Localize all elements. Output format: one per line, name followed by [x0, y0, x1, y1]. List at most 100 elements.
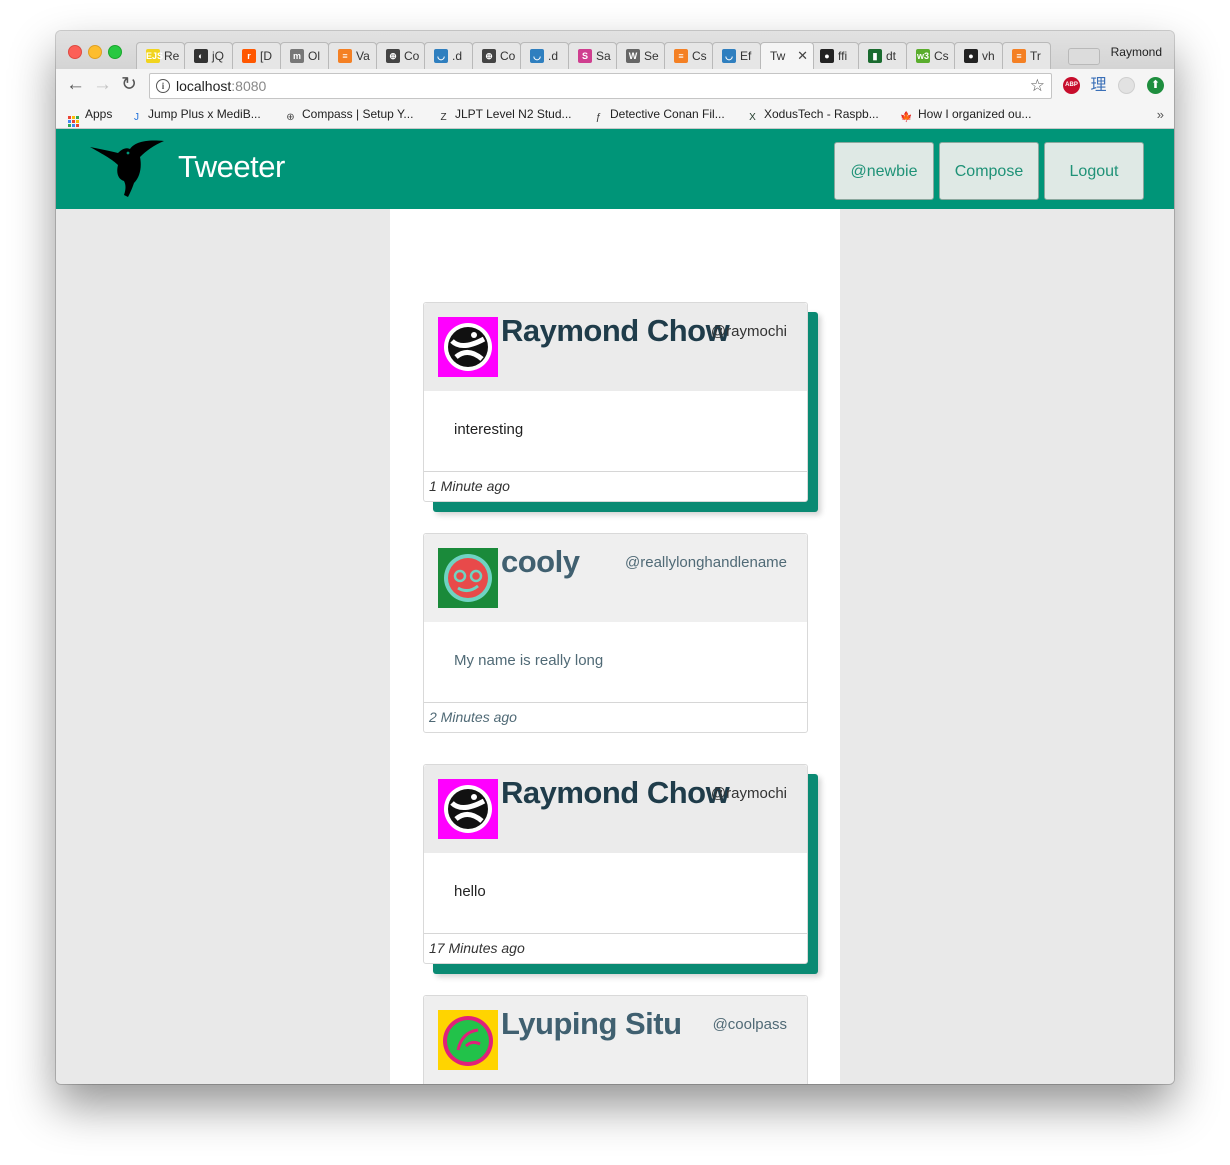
tweet-body: hello — [424, 853, 807, 934]
minimize-window-button[interactable] — [88, 45, 102, 59]
address-bar[interactable]: i localhost:8080 ☆ — [149, 73, 1052, 99]
tweet-author-handle[interactable]: @raymochi — [711, 323, 787, 340]
bookmark-label: XodusTech - Raspb... — [764, 107, 879, 121]
tweet-card: Raymond Chow @raymochi interesting 1 Minute… — [423, 302, 808, 502]
browser-tab[interactable]: ◡ .d — [424, 42, 473, 69]
tweet-author-name[interactable]: cooly — [501, 544, 580, 580]
user-avatar-icon[interactable] — [438, 317, 498, 377]
tab-title: Re — [164, 49, 180, 63]
bookmark-star-icon[interactable]: ☆ — [1030, 76, 1045, 96]
bookmark-label: Compass | Setup Y... — [302, 107, 414, 121]
tab-title: vh — [982, 49, 995, 63]
compose-button[interactable]: Compose — [939, 142, 1039, 200]
browser-tab[interactable]: w3 Cs — [906, 42, 955, 69]
li-extension-icon[interactable]: 理 — [1090, 77, 1107, 94]
profile-handle-button[interactable]: @newbie — [834, 142, 934, 200]
tab-title: .d — [548, 49, 559, 63]
tab-title: Se — [644, 49, 659, 63]
tweet-header: Lyuping Situ @coolpass — [424, 996, 807, 1084]
browser-tab[interactable]: ⊕ Co — [376, 42, 425, 69]
bookmark-item[interactable]: ⊕ Compass | Setup Y... — [284, 107, 413, 124]
browser-tab[interactable]: S Sa — [568, 42, 617, 69]
tweet-author-name[interactable]: Lyuping Situ — [501, 1006, 682, 1042]
bookmark-favicon-icon: J — [134, 112, 139, 123]
bookmark-item[interactable]: Apps — [68, 107, 112, 127]
bookmark-label: Detective Conan Fil... — [610, 107, 725, 121]
user-avatar-icon[interactable] — [438, 1010, 498, 1070]
browser-tab[interactable]: ▮ dt — [858, 42, 907, 69]
bookmark-item[interactable]: J Jump Plus x MediB... — [130, 107, 261, 124]
close-window-button[interactable] — [68, 45, 82, 59]
bookmark-favicon-icon: ƒ — [595, 112, 602, 123]
bookmark-label: How I organized ou... — [918, 107, 1032, 121]
tab-favicon-icon: ◡ — [434, 49, 448, 63]
browser-tab[interactable]: ◡ Ef — [712, 42, 761, 69]
tweet-author-name[interactable]: Raymond Chow — [501, 775, 730, 811]
browser-tab[interactable]: ≡ Cs — [664, 42, 713, 69]
tab-title: [D — [260, 49, 272, 63]
tweet-author-handle[interactable]: @coolpass — [713, 1016, 787, 1033]
new-tab-button[interactable] — [1068, 48, 1100, 65]
browser-tab[interactable]: ◐ jQ — [184, 42, 233, 69]
tweet-author-name[interactable]: Raymond Chow — [501, 313, 730, 349]
back-icon[interactable]: ← — [66, 75, 85, 95]
tweet-author-handle[interactable]: @reallylonghandlename — [625, 554, 787, 571]
bookmark-item[interactable]: Z JLPT Level N2 Stud... — [437, 107, 572, 124]
page-viewport: Tweeter @newbie Compose Logout Raymond C… — [56, 129, 1174, 1084]
tweet-header: Raymond Chow @raymochi — [424, 303, 807, 391]
browser-tab[interactable]: ◡ .d — [520, 42, 569, 69]
browser-tab[interactable]: r [D — [232, 42, 281, 69]
tab-favicon-icon: ≡ — [338, 49, 352, 63]
browser-tab[interactable]: ● ffi — [810, 42, 859, 69]
logout-button[interactable]: Logout — [1044, 142, 1144, 200]
browser-tab[interactable]: W Se — [616, 42, 665, 69]
bookmark-item[interactable]: ƒ Detective Conan Fil... — [592, 107, 725, 124]
tab-title: jQ — [212, 49, 224, 63]
url-text[interactable]: localhost:8080 — [176, 78, 266, 94]
forward-icon[interactable]: → — [93, 75, 112, 95]
browser-tab[interactable]: ≡ Tr — [1002, 42, 1051, 69]
info-icon[interactable]: i — [156, 79, 170, 93]
bookmarks-overflow-icon[interactable]: » — [1157, 107, 1164, 122]
adblock-extension-icon[interactable]: ABP — [1063, 77, 1080, 94]
tab-title: Tr — [1030, 49, 1041, 63]
url-port: :8080 — [231, 78, 267, 94]
bookmark-label: Apps — [85, 107, 113, 121]
update-extension-icon[interactable]: ⬆ — [1147, 77, 1164, 94]
hummingbird-logo-icon[interactable] — [88, 137, 168, 197]
browser-tab[interactable]: ⊕ Co — [472, 42, 521, 69]
user-avatar-icon[interactable] — [438, 779, 498, 839]
zoom-window-button[interactable] — [108, 45, 122, 59]
tab-title: Cs — [692, 49, 707, 63]
tab-favicon-icon: ● — [820, 49, 834, 63]
bookmark-favicon-icon: 🍁 — [900, 112, 913, 123]
bookmark-item[interactable]: X XodusTech - Raspb... — [746, 107, 879, 124]
apps-icon — [68, 116, 79, 127]
bookmark-item[interactable]: 🍁 How I organized ou... — [900, 107, 1031, 124]
app-brand-title[interactable]: Tweeter — [178, 149, 285, 185]
browser-tab[interactable]: EJS Re — [136, 42, 185, 69]
tab-favicon-icon: ⊕ — [482, 49, 496, 63]
tab-title: Tw — [770, 49, 786, 63]
browser-tab[interactable]: ≡ Va — [328, 42, 377, 69]
tab-favicon-icon: ◡ — [722, 49, 736, 63]
disabled-extension-icon[interactable] — [1118, 77, 1135, 94]
tweet-body: My name is really long — [424, 622, 807, 703]
profile-name[interactable]: Raymond — [1111, 45, 1162, 59]
browser-tab[interactable]: Tw ✕ — [760, 42, 814, 69]
browser-tab[interactable]: ● vh — [954, 42, 1003, 69]
tweet-text: interesting — [454, 421, 524, 438]
tab-title: Ef — [740, 49, 752, 63]
bookmark-favicon-icon: Z — [440, 112, 447, 123]
tweet-card: cooly @reallylonghandlename My name is rea… — [423, 533, 808, 733]
tweet-text: hello — [454, 883, 486, 900]
reload-icon[interactable]: ↻ — [121, 75, 137, 95]
user-avatar-icon[interactable] — [438, 548, 498, 608]
tab-close-icon[interactable]: ✕ — [797, 48, 808, 64]
tab-favicon-icon: W — [626, 49, 640, 63]
tweet-card: Lyuping Situ @coolpass — [423, 995, 808, 1084]
browser-tab[interactable]: m Ol — [280, 42, 329, 69]
tweet-author-handle[interactable]: @raymochi — [711, 785, 787, 802]
bookmarks-bar: Apps J Jump Plus x MediB... ⊕ Compass | Setu… — [56, 103, 1174, 129]
bookmark-label: JLPT Level N2 Stud... — [455, 107, 572, 121]
